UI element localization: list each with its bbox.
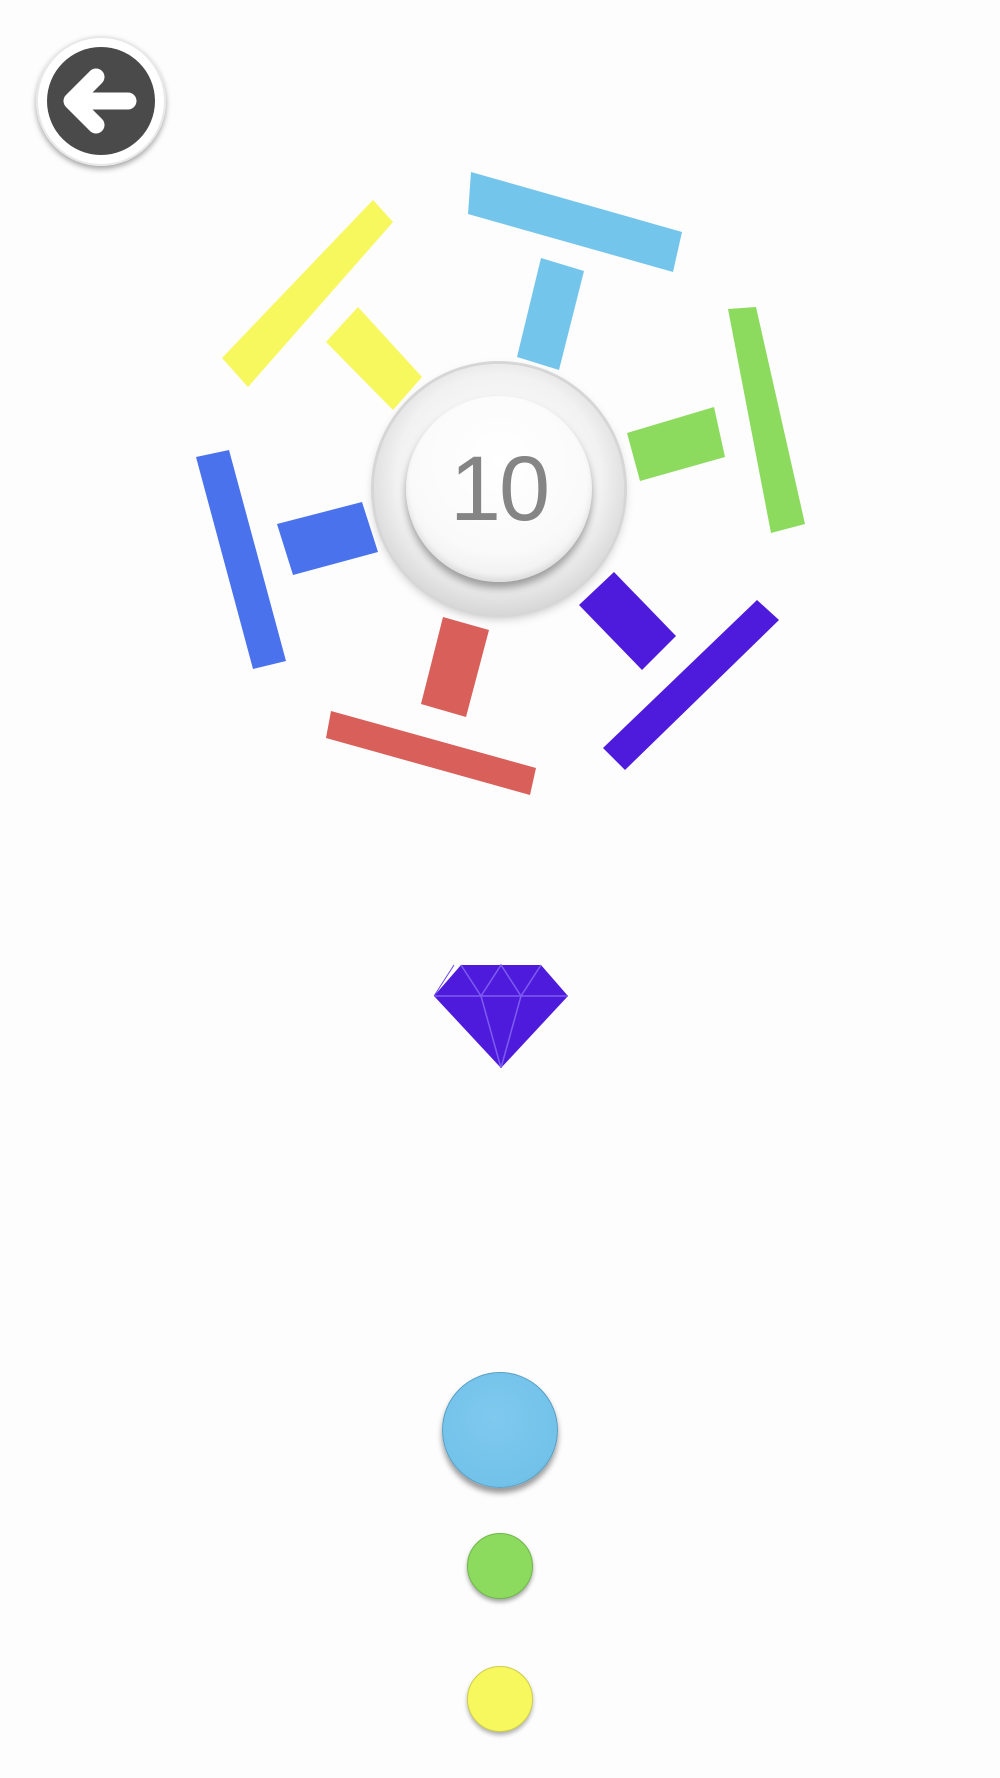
segment-purple (579, 572, 779, 770)
score-hub: 10 (374, 364, 624, 614)
score-ring: 10 (406, 396, 592, 582)
segment-sky-blue (468, 172, 682, 370)
segment-red (326, 617, 536, 795)
next-ball-green (467, 1533, 533, 1599)
score-value: 10 (449, 438, 550, 540)
game-screen: 10 (0, 0, 1000, 1778)
diamond-icon (434, 963, 568, 1068)
next-ball-yellow (467, 1666, 533, 1732)
segment-yellow (222, 200, 422, 410)
segment-blue (196, 450, 378, 669)
segment-green (627, 307, 805, 533)
current-ball-sky-blue[interactable] (442, 1372, 558, 1488)
